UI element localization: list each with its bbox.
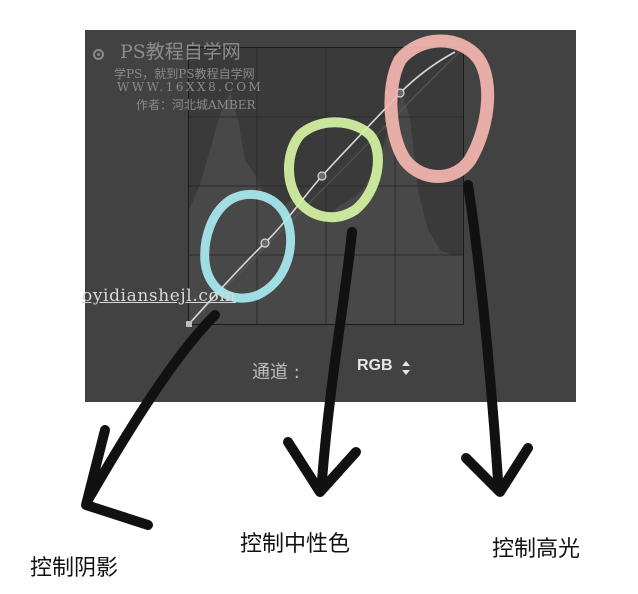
shadows-caption: 控制阴影 (30, 556, 119, 581)
updown-arrow-icon[interactable] (401, 360, 411, 376)
channel-select[interactable]: RGB (357, 357, 393, 375)
shadows-arrow (83, 310, 220, 505)
watermark-line3: WWW.16XX8.COM (117, 80, 264, 94)
channel-label: 通道 : (252, 362, 300, 383)
watermark-url: oyidianshejl.com (82, 286, 237, 306)
highlights-caption: 控制高光 (492, 537, 581, 562)
curve-point-shadows[interactable] (260, 238, 270, 248)
curve-point-black[interactable] (186, 321, 192, 327)
watermark-line4: 作者：河北城AMBER (136, 98, 256, 112)
highlights-arrow (463, 180, 503, 485)
midtones-caption: 控制中性色 (240, 532, 351, 557)
watermark-title: PS教程自学网 (120, 41, 241, 63)
curve-point-midtones[interactable] (317, 171, 327, 181)
eye-target-icon (93, 49, 104, 60)
midtones-circle (284, 117, 383, 223)
